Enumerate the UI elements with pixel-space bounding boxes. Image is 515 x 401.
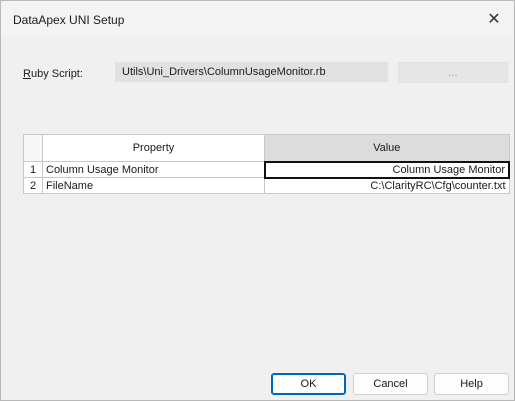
ruby-script-label-text: uby Script: xyxy=(30,68,83,80)
value-cell[interactable]: C:\ClarityRC\Cfg\counter.txt xyxy=(264,177,510,194)
grid-header-row: Property Value xyxy=(23,134,510,162)
property-cell[interactable]: FileName xyxy=(42,177,265,194)
title-bar: DataApex UNI Setup ✕ xyxy=(1,1,514,37)
ok-button[interactable]: OK xyxy=(271,373,346,395)
row-number: 2 xyxy=(23,177,43,194)
close-button[interactable]: ✕ xyxy=(474,1,514,37)
table-row[interactable]: 1 Column Usage Monitor Column Usage Moni… xyxy=(23,160,510,179)
setup-dialog: DataApex UNI Setup ✕ Ruby Script: Utils\… xyxy=(0,0,515,401)
cancel-button[interactable]: Cancel xyxy=(353,373,428,395)
help-button[interactable]: Help xyxy=(434,373,509,395)
property-column-header[interactable]: Property xyxy=(42,134,265,162)
table-row[interactable]: 2 FileName C:\ClarityRC\Cfg\counter.txt xyxy=(23,177,510,194)
window-title: DataApex UNI Setup xyxy=(13,13,125,27)
browse-button[interactable]: ... xyxy=(398,62,508,83)
ruby-script-label-mnemonic: R xyxy=(23,68,31,80)
property-cell[interactable]: Column Usage Monitor xyxy=(42,161,265,178)
grid-corner-cell xyxy=(23,134,43,162)
ruby-script-label: Ruby Script: xyxy=(23,68,83,80)
value-cell[interactable]: Column Usage Monitor xyxy=(263,160,510,179)
row-number: 1 xyxy=(23,161,43,178)
value-column-header[interactable]: Value xyxy=(264,134,510,162)
ruby-script-path-field[interactable]: Utils\Uni_Drivers\ColumnUsageMonitor.rb xyxy=(115,62,388,82)
property-grid: Property Value 1 Column Usage Monitor Co… xyxy=(23,134,510,194)
close-icon: ✕ xyxy=(487,11,501,28)
